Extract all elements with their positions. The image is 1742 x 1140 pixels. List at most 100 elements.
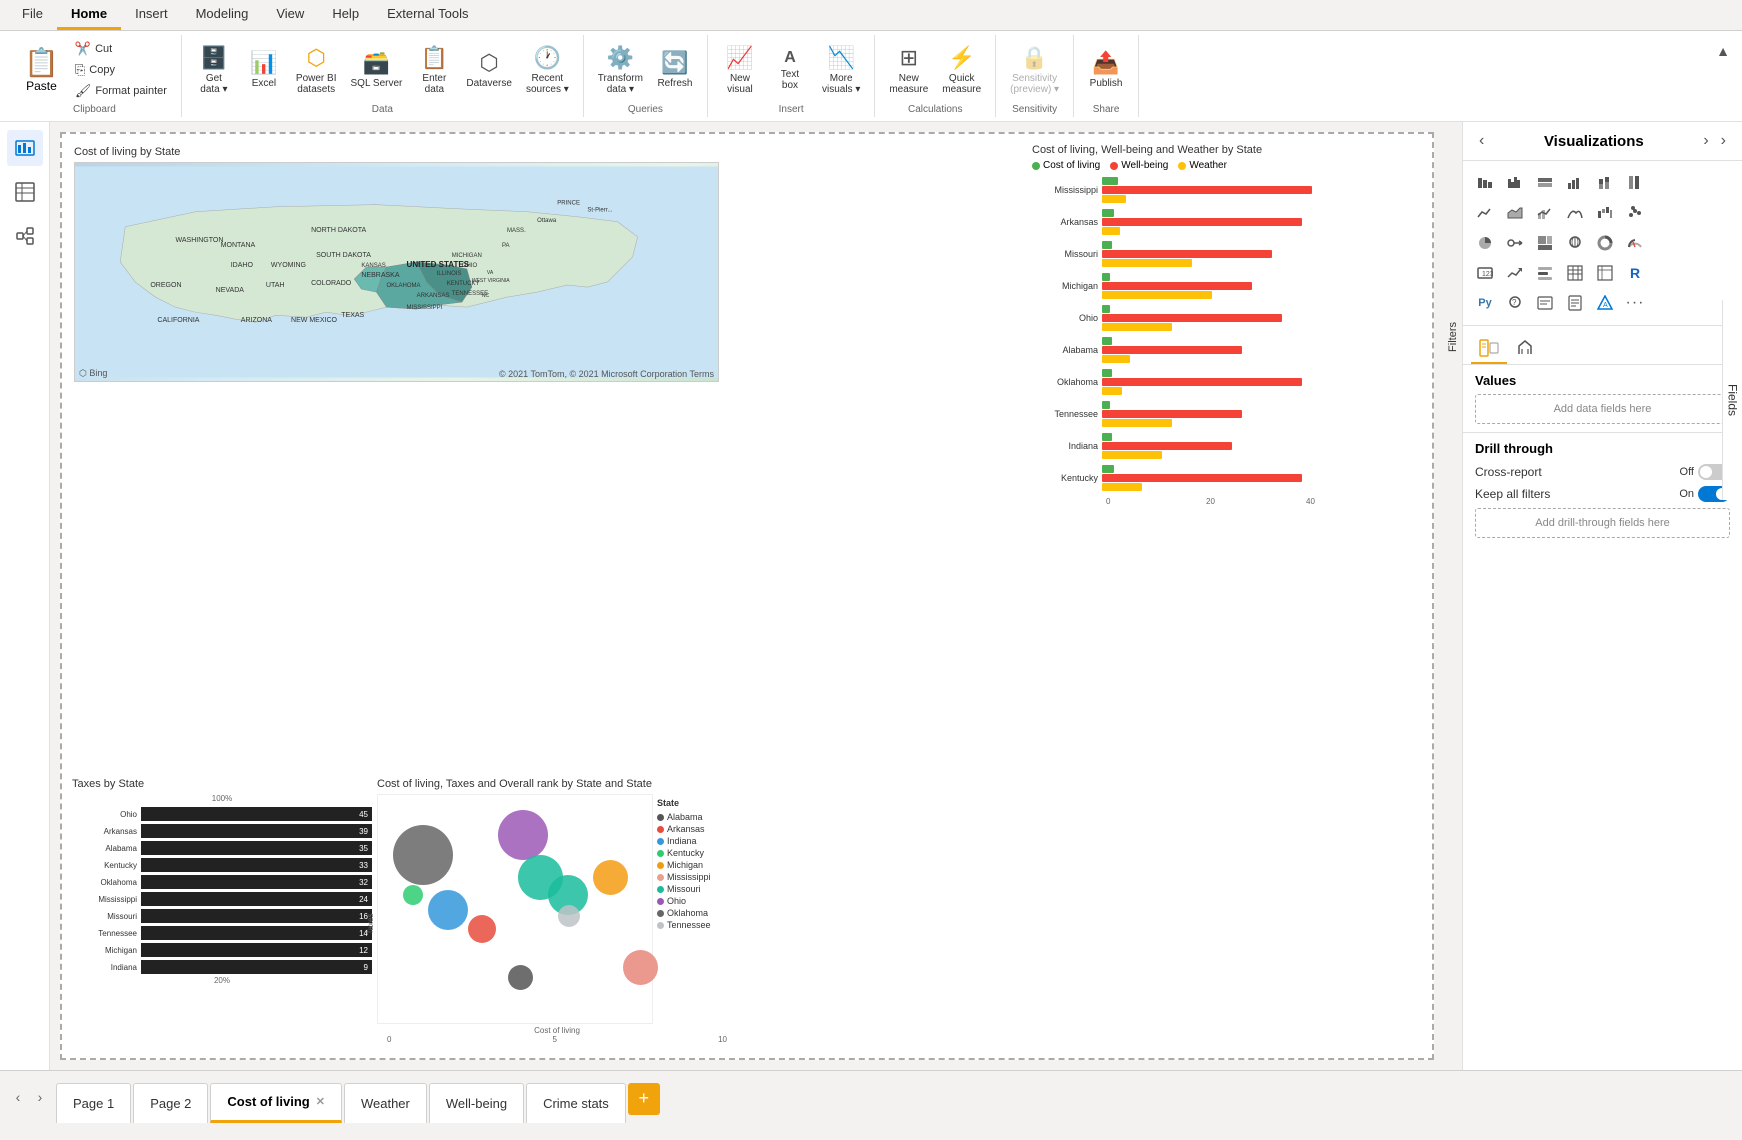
drill-through-field-box[interactable]: Add drill-through fields here: [1475, 508, 1730, 538]
viz-gauge[interactable]: [1621, 229, 1649, 257]
viz-scatter[interactable]: [1621, 199, 1649, 227]
text-box-button[interactable]: A Textbox: [766, 45, 814, 95]
tax-chart[interactable]: Taxes by State 100% Ohio 45 Arkansas 39: [72, 778, 372, 1048]
tab-insert[interactable]: Insert: [121, 0, 182, 30]
viz-kpi[interactable]: [1501, 259, 1529, 287]
viz-azure-map[interactable]: A: [1591, 289, 1619, 317]
viz-treemap[interactable]: [1531, 229, 1559, 257]
svg-text:WASHINGTON: WASHINGTON: [175, 237, 223, 244]
sql-server-button[interactable]: 🗃️ SQL Server: [345, 46, 409, 93]
viz-100-stacked-bar[interactable]: [1531, 169, 1559, 197]
viz-paginated-report[interactable]: [1561, 289, 1589, 317]
paste-button[interactable]: 📋 Paste: [16, 42, 67, 97]
viz-clustered-bar[interactable]: [1501, 169, 1529, 197]
more-visuals-button[interactable]: 📉 Morevisuals ▾: [816, 41, 866, 99]
excel-button[interactable]: 📊 Excel: [240, 46, 288, 93]
cut-button[interactable]: ✂️ Cut: [69, 39, 173, 59]
get-data-button[interactable]: 🗄️ Getdata ▾: [190, 41, 238, 99]
tab-weather[interactable]: Weather: [344, 1083, 427, 1123]
transform-data-button[interactable]: ⚙️ Transformdata ▾: [592, 41, 649, 99]
filters-label[interactable]: Filters: [1447, 322, 1459, 352]
add-page-button[interactable]: +: [628, 1083, 660, 1115]
tab-next-button[interactable]: ›: [30, 1087, 50, 1107]
format-painter-button[interactable]: 🖌 Format painter: [69, 81, 173, 101]
text-box-label: Textbox: [781, 69, 799, 91]
recent-sources-button[interactable]: 🕐 Recentsources ▾: [520, 41, 575, 99]
viz-r-script[interactable]: R: [1621, 259, 1649, 287]
sql-label: SQL Server: [351, 78, 403, 89]
viz-ribbon[interactable]: [1561, 199, 1589, 227]
quick-measure-button[interactable]: ⚡ Quickmeasure: [936, 41, 987, 99]
tab-file[interactable]: File: [8, 0, 57, 30]
new-measure-button[interactable]: ⊞ Newmeasure: [883, 41, 934, 99]
viz-line-clustered-column[interactable]: [1531, 199, 1559, 227]
tab-crime-stats[interactable]: Crime stats: [526, 1083, 626, 1123]
tab-view[interactable]: View: [262, 0, 318, 30]
viz-matrix[interactable]: [1591, 259, 1619, 287]
model-view-icon[interactable]: [7, 218, 43, 254]
canvas[interactable]: Cost of living by State WASHINGTON MONT: [60, 132, 1434, 1060]
enter-data-button[interactable]: 📋 Enterdata: [410, 41, 458, 99]
map-chart[interactable]: Cost of living by State WASHINGTON MONT: [74, 146, 719, 382]
fields-side-label[interactable]: Fields: [1726, 384, 1740, 416]
tab-close-icon[interactable]: ✕: [316, 1095, 325, 1108]
svg-text:123: 123: [1482, 271, 1493, 278]
svg-text:IDAHO: IDAHO: [231, 262, 254, 269]
legend-dot-weather: [1178, 162, 1186, 170]
viz-table[interactable]: [1561, 259, 1589, 287]
viz-qna[interactable]: ?: [1501, 289, 1529, 317]
viz-area[interactable]: [1501, 199, 1529, 227]
cross-report-off-label: Off: [1680, 466, 1694, 478]
data-view-icon[interactable]: [7, 174, 43, 210]
bubble-chart[interactable]: Cost of living, Taxes and Overall rank b…: [377, 778, 737, 1048]
tab-home[interactable]: Home: [57, 0, 121, 30]
viz-donut[interactable]: [1591, 229, 1619, 257]
small-clipboard-buttons: ✂️ Cut ⎘ Copy 🖌 Format painter: [69, 39, 173, 101]
bar-chart[interactable]: Cost of living, Well-being and Weather b…: [1032, 144, 1422, 634]
collapse-ribbon-button[interactable]: ▲: [1712, 39, 1734, 63]
tab-modeling[interactable]: Modeling: [182, 0, 263, 30]
viz-key-influencers[interactable]: [1501, 229, 1529, 257]
viz-smart-narrative[interactable]: [1531, 289, 1559, 317]
viz-more[interactable]: ···: [1621, 289, 1649, 317]
format-tab-format[interactable]: [1507, 334, 1543, 364]
viz-stacked-column[interactable]: [1591, 169, 1619, 197]
power-bi-datasets-button[interactable]: ⬡ Power BIdatasets: [290, 41, 343, 99]
svg-text:PA: PA: [502, 243, 510, 249]
panel-collapse-arrow[interactable]: ›: [1717, 130, 1730, 152]
paste-label: Paste: [26, 79, 57, 93]
viz-slicer[interactable]: [1531, 259, 1559, 287]
viz-stacked-bar[interactable]: [1471, 169, 1499, 197]
panel-next-arrow[interactable]: ›: [1699, 130, 1712, 152]
tab-page2[interactable]: Page 2: [133, 1083, 208, 1123]
tax-bar-ohio: Ohio 45: [72, 807, 372, 821]
viz-icons-grid: 123 R Py ?: [1463, 161, 1742, 326]
bar-row-arkansas: Arkansas: [1032, 209, 1422, 235]
refresh-button[interactable]: 🔄 Refresh: [651, 46, 699, 93]
panel-prev-arrow[interactable]: ‹: [1475, 130, 1488, 152]
viz-row-4: 123 R: [1471, 259, 1734, 287]
tab-external-tools[interactable]: External Tools: [373, 0, 482, 30]
new-visual-button[interactable]: 📈 Newvisual: [716, 41, 764, 99]
viz-map[interactable]: [1561, 229, 1589, 257]
viz-pie[interactable]: [1471, 229, 1499, 257]
add-field-box[interactable]: Add data fields here: [1475, 394, 1730, 424]
viz-100-stacked-column[interactable]: [1621, 169, 1649, 197]
publish-button[interactable]: 📤 Publish: [1082, 46, 1130, 93]
viz-waterfall[interactable]: [1591, 199, 1619, 227]
format-tab-fields[interactable]: [1471, 334, 1507, 364]
tab-page1[interactable]: Page 1: [56, 1083, 131, 1123]
tab-well-being[interactable]: Well-being: [429, 1083, 524, 1123]
dataverse-button[interactable]: ⬡ Dataverse: [460, 46, 518, 93]
tab-prev-button[interactable]: ‹: [8, 1087, 28, 1107]
filters-panel[interactable]: Filters: [1444, 122, 1462, 1070]
viz-clustered-column[interactable]: [1561, 169, 1589, 197]
tab-help[interactable]: Help: [318, 0, 373, 30]
viz-line[interactable]: [1471, 199, 1499, 227]
tab-cost-of-living[interactable]: Cost of living ✕: [210, 1083, 342, 1123]
recent-sources-label: Recentsources ▾: [526, 73, 569, 95]
copy-button[interactable]: ⎘ Copy: [69, 60, 173, 80]
report-view-icon[interactable]: [7, 130, 43, 166]
viz-card[interactable]: 123: [1471, 259, 1499, 287]
viz-python[interactable]: Py: [1471, 289, 1499, 317]
